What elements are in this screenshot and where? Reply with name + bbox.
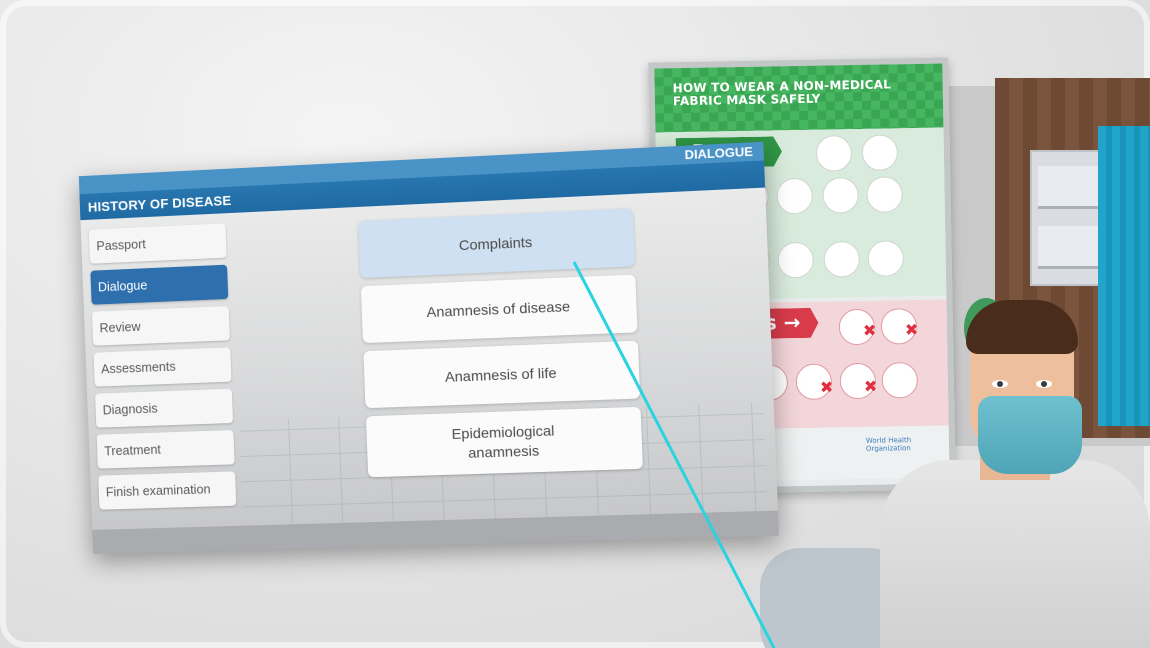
sidebar-item-assessments[interactable]: Assessments bbox=[93, 347, 232, 387]
option-label: Anamnesis of disease bbox=[426, 297, 571, 320]
poster-illustration bbox=[867, 240, 905, 277]
option-anamnesis-of-disease-button[interactable]: Anamnesis of disease bbox=[360, 274, 638, 344]
poster-illustration bbox=[822, 177, 859, 214]
poster-illustration bbox=[861, 134, 899, 171]
patient-eye bbox=[992, 380, 1008, 388]
vr-scene: HOW TO WEAR A NON-MEDICAL FABRIC MASK SA… bbox=[0, 0, 1150, 648]
cross-icon: ✖ bbox=[819, 377, 834, 397]
poster-title: HOW TO WEAR A NON-MEDICAL FABRIC MASK SA… bbox=[672, 77, 892, 109]
cross-icon: ✖ bbox=[863, 376, 878, 396]
patient-avatar[interactable] bbox=[880, 300, 1150, 648]
option-label: Epidemiological anamnesis bbox=[451, 422, 555, 461]
sidebar-item-passport[interactable]: Passport bbox=[88, 223, 227, 264]
option-label: Anamnesis of life bbox=[444, 363, 557, 385]
patient-shirt bbox=[880, 460, 1150, 648]
patient-eye bbox=[1036, 380, 1052, 388]
dialogue-options: Complaints Anamnesis of disease Anamnesi… bbox=[358, 208, 643, 485]
sidebar-item-treatment[interactable]: Treatment bbox=[96, 430, 235, 469]
face-mask bbox=[978, 396, 1082, 474]
option-epidemiological-anamnesis-button[interactable]: Epidemiological anamnesis bbox=[365, 406, 643, 478]
sidebar-menu: Passport Dialogue Review Assessments Dia… bbox=[88, 223, 237, 516]
sidebar-item-review[interactable]: Review bbox=[91, 305, 230, 346]
poster-illustration bbox=[777, 241, 815, 279]
panel-title: HISTORY OF DISEASE bbox=[87, 192, 232, 215]
cabinet-shelf bbox=[1038, 166, 1102, 209]
page-indicator: 01/05 ● bbox=[741, 461, 768, 470]
poster-illustration bbox=[815, 135, 853, 172]
patient-hair bbox=[966, 300, 1078, 354]
poster-illustration bbox=[866, 176, 903, 213]
option-complaints-button[interactable]: Complaints bbox=[358, 208, 635, 279]
sidebar-item-dialogue[interactable]: Dialogue bbox=[90, 264, 229, 305]
cabinet-shelf bbox=[1038, 226, 1102, 269]
option-label: Complaints bbox=[458, 233, 533, 253]
poster-illustration bbox=[823, 240, 861, 278]
sidebar-item-finish-examination[interactable]: Finish examination bbox=[98, 471, 237, 510]
option-anamnesis-of-life-button[interactable]: Anamnesis of life bbox=[363, 340, 641, 409]
sidebar-item-diagnosis[interactable]: Diagnosis bbox=[95, 388, 234, 428]
poster-illustration bbox=[776, 177, 813, 215]
cross-icon: ✖ bbox=[862, 320, 877, 340]
history-of-disease-panel: HISTORY OF DISEASE DIALOGUE Passport Dia… bbox=[78, 141, 779, 554]
